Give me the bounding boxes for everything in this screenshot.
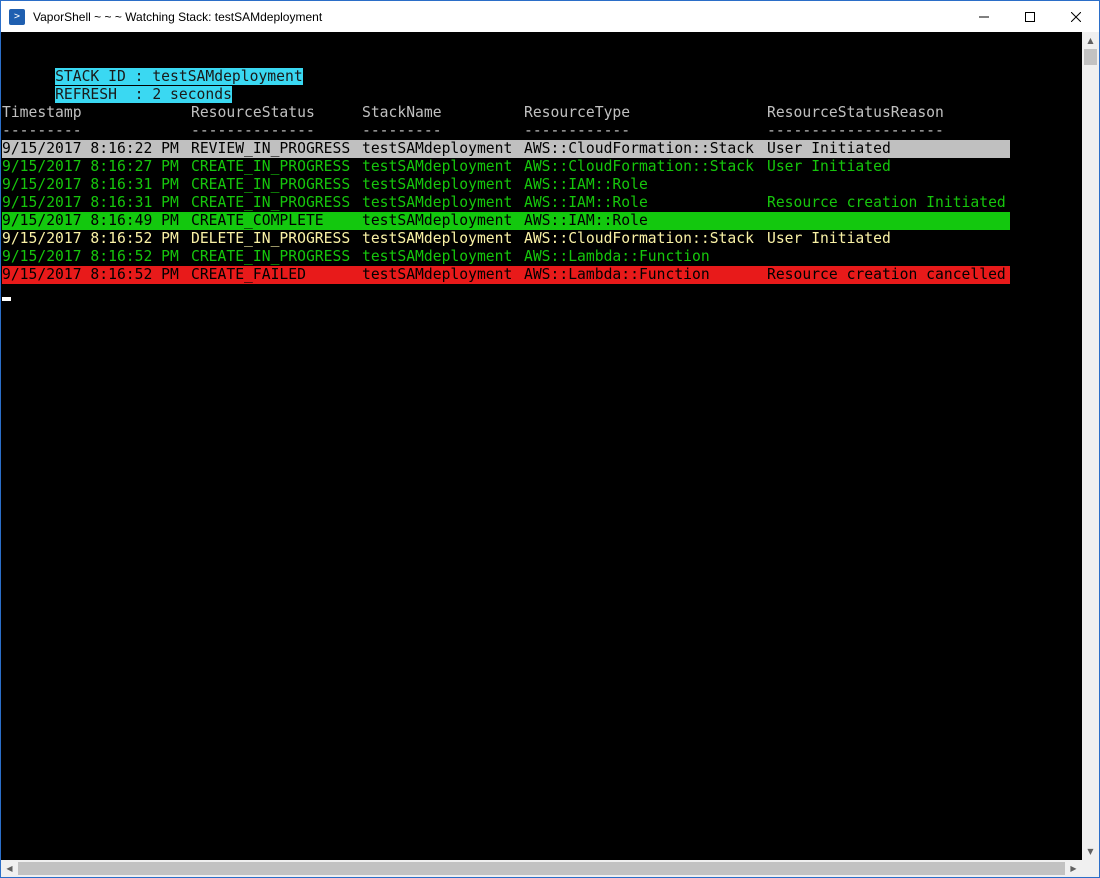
row-stack-name: testSAMdeployment <box>362 176 513 193</box>
row-reason: User Initiated <box>767 230 891 247</box>
refresh-text: REFRESH : 2 seconds <box>55 86 232 103</box>
close-icon <box>1071 11 1081 22</box>
row-status: REVIEW_IN_PROGRESS <box>191 140 351 157</box>
maximize-button[interactable] <box>1007 1 1053 32</box>
window-title: VaporShell ~ ~ ~ Watching Stack: testSAM… <box>33 9 323 24</box>
scroll-down-icon[interactable]: ▼ <box>1082 843 1099 860</box>
separator-timestamp: --------- <box>2 122 82 139</box>
row-status: CREATE_IN_PROGRESS <box>191 194 351 211</box>
minimize-icon <box>979 16 989 17</box>
header-timestamp: Timestamp <box>2 104 82 121</box>
row-stack-name: testSAMdeployment <box>362 212 513 229</box>
row-resource-type: AWS::IAM::Role <box>524 176 648 193</box>
console-output[interactable]: STACK ID : testSAMdeployment REFRESH : 2… <box>1 32 1082 860</box>
column-separators: --------- -------------- --------- -----… <box>2 122 1010 140</box>
scroll-right-icon[interactable]: ▶ <box>1065 860 1082 877</box>
row-stack-name: testSAMdeployment <box>362 158 513 175</box>
separator-resource-type: ------------ <box>524 122 631 139</box>
header-resource-status-reason: ResourceStatusReason <box>767 104 944 121</box>
row-status: CREATE_IN_PROGRESS <box>191 176 351 193</box>
row-status: CREATE_COMPLETE <box>191 212 324 229</box>
maximize-icon <box>1025 11 1035 22</box>
row-resource-type: AWS::CloudFormation::Stack <box>524 140 754 157</box>
horizontal-scroll-thumb[interactable] <box>18 862 1065 875</box>
row-stack-name: testSAMdeployment <box>362 230 513 247</box>
column-headers: Timestamp ResourceStatus StackName Resou… <box>2 104 1010 122</box>
row-resource-type: AWS::CloudFormation::Stack <box>524 230 754 247</box>
minimize-button[interactable] <box>961 1 1007 32</box>
row-timestamp: 9/15/2017 8:16:52 PM <box>2 230 179 247</box>
row-timestamp: 9/15/2017 8:16:49 PM <box>2 212 179 229</box>
row-resource-type: AWS::IAM::Role <box>524 212 648 229</box>
row-resource-type: AWS::CloudFormation::Stack <box>524 158 754 175</box>
header-resource-status: ResourceStatus <box>191 104 315 121</box>
row-timestamp: 9/15/2017 8:16:52 PM <box>2 248 179 265</box>
row-stack-name: testSAMdeployment <box>362 266 513 283</box>
table-row: 9/15/2017 8:16:52 PM DELETE_IN_PROGRESS … <box>2 230 1010 248</box>
close-button[interactable] <box>1053 1 1099 32</box>
table-row: 9/15/2017 8:16:52 PM CREATE_FAILED testS… <box>2 266 1010 284</box>
scrollbar-corner <box>1082 860 1099 877</box>
separator-resource-status: -------------- <box>191 122 315 139</box>
powershell-icon: > <box>9 8 25 25</box>
table-row: 9/15/2017 8:16:27 PM CREATE_IN_PROGRESS … <box>2 158 1010 176</box>
vertical-scrollbar[interactable]: ▲ ▼ <box>1082 32 1099 860</box>
vertical-scroll-thumb[interactable] <box>1084 49 1097 65</box>
text-cursor <box>2 297 11 301</box>
row-reason: Resource creation cancelled <box>767 266 1006 283</box>
row-status: CREATE_IN_PROGRESS <box>191 248 351 265</box>
horizontal-scrollbar[interactable]: ◀ ▶ <box>1 860 1082 877</box>
row-status: DELETE_IN_PROGRESS <box>191 230 351 247</box>
row-resource-type: AWS::Lambda::Function <box>524 248 710 265</box>
row-stack-name: testSAMdeployment <box>362 140 513 157</box>
row-reason: User Initiated <box>767 140 891 157</box>
window-controls <box>961 1 1099 32</box>
row-timestamp: 9/15/2017 8:16:31 PM <box>2 176 179 193</box>
row-reason: User Initiated <box>767 158 891 175</box>
stack-id-line: STACK ID : testSAMdeployment <box>2 50 303 85</box>
row-timestamp: 9/15/2017 8:16:52 PM <box>2 266 179 283</box>
separator-stack-name: --------- <box>362 122 442 139</box>
refresh-line: REFRESH : 2 seconds <box>2 68 232 103</box>
separator-resource-status-reason: -------------------- <box>767 122 944 139</box>
row-status: CREATE_FAILED <box>191 266 306 283</box>
row-stack-name: testSAMdeployment <box>362 248 513 265</box>
title-bar[interactable]: > VaporShell ~ ~ ~ Watching Stack: testS… <box>1 1 1099 32</box>
header-stack-name: StackName <box>362 104 442 121</box>
row-timestamp: 9/15/2017 8:16:31 PM <box>2 194 179 211</box>
table-row: 9/15/2017 8:16:31 PM CREATE_IN_PROGRESS … <box>2 176 1010 194</box>
table-row: 9/15/2017 8:16:22 PM REVIEW_IN_PROGRESS … <box>2 140 1010 158</box>
table-row: 9/15/2017 8:16:52 PM CREATE_IN_PROGRESS … <box>2 248 1010 266</box>
row-resource-type: AWS::Lambda::Function <box>524 266 710 283</box>
row-stack-name: testSAMdeployment <box>362 194 513 211</box>
row-timestamp: 9/15/2017 8:16:22 PM <box>2 140 179 157</box>
scroll-left-icon[interactable]: ◀ <box>1 860 18 877</box>
row-status: CREATE_IN_PROGRESS <box>191 158 351 175</box>
table-row: 9/15/2017 8:16:31 PM CREATE_IN_PROGRESS … <box>2 194 1010 212</box>
row-reason: Resource creation Initiated <box>767 194 1006 211</box>
row-timestamp: 9/15/2017 8:16:27 PM <box>2 158 179 175</box>
table-row: 9/15/2017 8:16:49 PM CREATE_COMPLETE tes… <box>2 212 1010 230</box>
scroll-up-icon[interactable]: ▲ <box>1082 32 1099 49</box>
console-window: > VaporShell ~ ~ ~ Watching Stack: testS… <box>0 0 1100 878</box>
header-resource-type: ResourceType <box>524 104 631 121</box>
row-resource-type: AWS::IAM::Role <box>524 194 648 211</box>
